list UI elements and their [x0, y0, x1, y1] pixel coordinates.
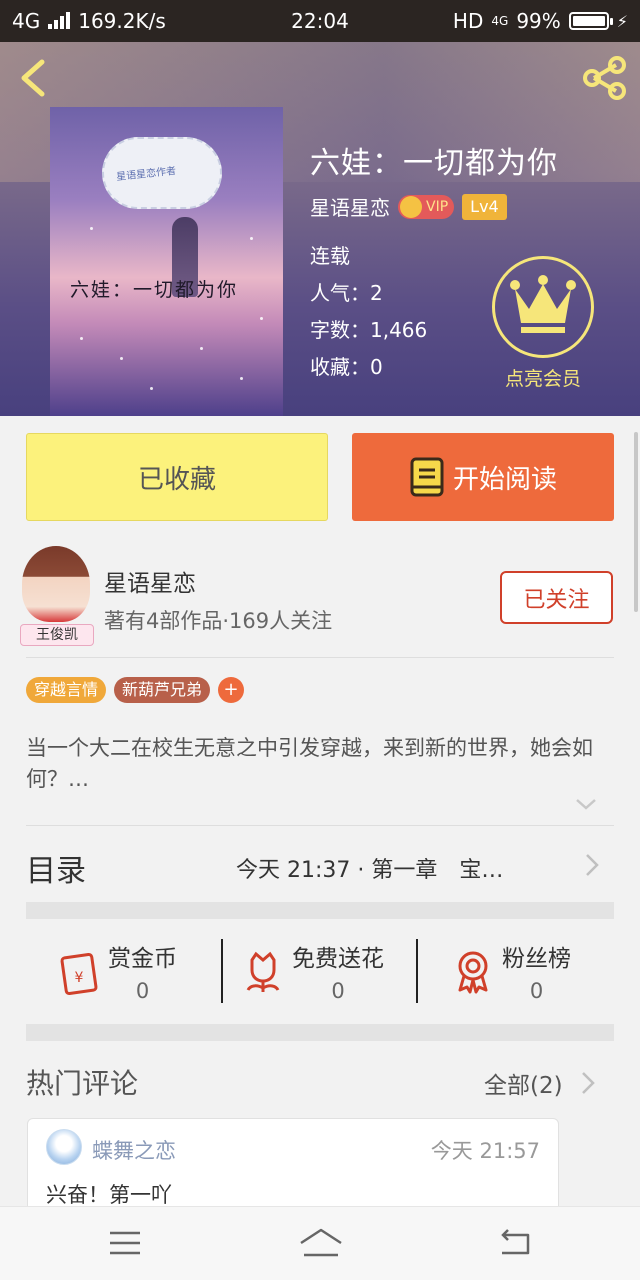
back-nav-icon[interactable] — [496, 1225, 536, 1259]
start-reading-button[interactable]: 开始阅读 — [352, 433, 614, 521]
book-icon — [410, 457, 444, 497]
system-nav-bar — [0, 1206, 640, 1280]
divider — [26, 657, 614, 658]
comment-avatar[interactable] — [46, 1129, 82, 1165]
flower-icon — [246, 951, 280, 992]
vip-badge: VIP — [398, 194, 455, 219]
reward-bar: ¥ 赏金币 0 免费送花 0 粉丝榜 0 — [26, 935, 614, 1007]
charging-icon: ⚡ — [616, 11, 628, 31]
home-icon[interactable] — [298, 1225, 344, 1259]
medal-icon — [458, 951, 488, 994]
book-popularity: 人气：2 — [310, 281, 383, 305]
reward-label: 免费送花 — [292, 946, 384, 972]
reward-count: 0 — [529, 979, 544, 1003]
cover-title: 六娃：一切都为你 — [70, 279, 239, 301]
membership-label[interactable]: 点亮会员 — [480, 364, 606, 391]
add-tag-button[interactable]: + — [218, 677, 245, 703]
tag-chip[interactable]: 新葫芦兄弟 — [114, 677, 211, 703]
hd-indicator: HD — [452, 9, 484, 33]
divider — [416, 939, 418, 1003]
toc-title: 目录 — [26, 854, 86, 889]
tag-chip[interactable]: 穿越言情 — [26, 677, 107, 703]
scrollbar[interactable] — [634, 432, 638, 612]
book-status: 连载 — [310, 244, 350, 268]
network-small: 4G — [491, 14, 509, 28]
share-icon — [583, 56, 626, 100]
section-separator — [26, 1024, 614, 1041]
share-button[interactable] — [580, 56, 628, 100]
status-right: HD 4G 99% ⚡ — [453, 9, 628, 33]
crown-icon — [510, 275, 576, 333]
chevron-down-icon[interactable] — [574, 796, 598, 812]
reward-flower[interactable]: 免费送花 0 — [238, 935, 384, 1007]
hot-comments-title: 热门评论 — [26, 1067, 139, 1100]
toc-latest-chapter: 今天 21:37 · 第一章 宝… — [236, 858, 504, 883]
book-favorites: 收藏：0 — [310, 355, 383, 379]
membership-button[interactable] — [492, 256, 594, 358]
divider — [26, 825, 614, 826]
comment-user[interactable]: 蝶舞之恋 — [92, 1135, 176, 1165]
menu-icon[interactable] — [106, 1225, 146, 1259]
level-badge: Lv4 — [462, 193, 507, 220]
divider — [221, 939, 223, 1003]
battery-icon — [568, 12, 613, 30]
book-meta: 连载 人气：2 字数：1,466 收藏：0 — [310, 238, 427, 386]
chevron-right-icon — [586, 854, 599, 876]
all-comments-link[interactable]: 全部(2) — [484, 1066, 563, 1100]
tag-list: 穿越言情 新葫芦兄弟 + — [26, 677, 245, 703]
status-bar: 4G 169.2K/s 22:04 HD 4G 99% ⚡ — [0, 0, 640, 42]
author-avatar[interactable]: 王俊凯 — [20, 546, 94, 646]
book-cover[interactable]: 星语星恋作者 六娃：一切都为你 — [50, 107, 283, 416]
back-arrow-icon — [21, 59, 45, 97]
comment-time: 今天 21:57 — [430, 1139, 540, 1163]
collected-button[interactable]: 已收藏 — [26, 433, 328, 521]
red-envelope-icon: ¥ — [60, 952, 98, 996]
vip-crown-icon — [400, 195, 422, 218]
reward-fans[interactable]: 粉丝榜 0 — [448, 935, 571, 1007]
book-title: 六娃：一切都为你 — [310, 146, 558, 181]
reward-label: 赏金币 — [108, 946, 177, 972]
author-stats: 著有4部作品·169人关注 — [104, 609, 333, 633]
avatar-tag: 王俊凯 — [20, 624, 94, 646]
book-word-count: 字数：1,466 — [310, 318, 428, 342]
comment-text: 兴奋！第一吖 — [46, 1183, 172, 1207]
reward-gold[interactable]: ¥ 赏金币 0 — [54, 935, 177, 1007]
book-info: 六娃：一切都为你 — [310, 138, 558, 182]
synopsis[interactable]: 当一个大二在校生无意之中引发穿越，来到新的世界，她会如何？… — [26, 733, 596, 795]
reward-count: 0 — [331, 979, 345, 1003]
book-author[interactable]: 星语星恋 — [310, 192, 390, 221]
svg-text:¥: ¥ — [75, 970, 84, 986]
avatar-image — [22, 546, 90, 622]
chevron-right-icon[interactable] — [580, 1070, 596, 1096]
battery-percent: 99% — [516, 9, 561, 33]
book-header: 星语星恋作者 六娃：一切都为你 六娃：一切都为你 星语星恋 VIP Lv4 连载… — [0, 42, 640, 416]
follow-button[interactable]: 已关注 — [500, 571, 613, 624]
book-author-line: 星语星恋 VIP Lv4 — [310, 192, 507, 221]
section-separator — [26, 902, 614, 919]
table-of-contents[interactable]: 目录 今天 21:37 · 第一章 宝… — [26, 840, 614, 890]
author-name[interactable]: 星语星恋 — [104, 564, 196, 598]
reward-label: 粉丝榜 — [502, 946, 571, 972]
back-button[interactable] — [14, 56, 54, 100]
reward-count: 0 — [135, 979, 150, 1003]
comment-card[interactable]: 蝶舞之恋 今天 21:57 兴奋！第一吖 — [27, 1118, 559, 1218]
